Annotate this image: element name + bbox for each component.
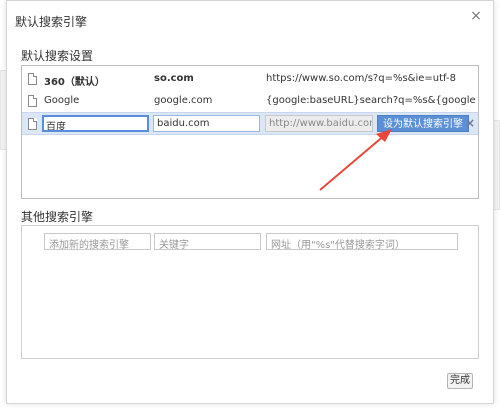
engine-name: 360（默认） [44,77,105,88]
other-engines-list: 添加新的搜索引擎 关键字 网址（用"%s"代替搜索字词） [21,225,479,359]
document-icon [28,73,37,85]
remove-engine-icon[interactable]: × [464,116,476,130]
engine-keyword: so.com [154,73,194,84]
document-icon [28,118,37,130]
engine-row-google[interactable]: Google google.com {google:baseURL}search… [22,90,478,112]
engine-keyword: google.com [154,95,213,106]
engine-keyword-input[interactable]: baidu.com [153,115,260,132]
engine-row-360[interactable]: 360（默认） so.com https://www.so.com/s?q=%s… [22,68,478,90]
engine-url: {google:baseURL}search?q=%s&{google:RLZ}… [266,95,476,106]
engine-row-baidu[interactable]: 百度 baidu.com http://www.baidu.com/s?ie= … [22,112,478,135]
default-engines-list: 360（默认） so.com https://www.so.com/s?q=%s… [21,65,479,199]
engine-url: https://www.so.com/s?q=%s&ie=utf-8 [266,73,456,84]
engine-name: Google [44,95,80,106]
set-default-button[interactable]: 设为默认搜索引擎 [377,115,469,132]
add-engine-name-input[interactable]: 添加新的搜索引擎 [44,233,151,250]
add-engine-keyword-input[interactable]: 关键字 [154,233,261,250]
close-icon[interactable]: × [469,9,483,23]
add-engine-url-input[interactable]: 网址（用"%s"代替搜索字词） [266,233,458,250]
document-icon [28,95,37,107]
engine-name-input[interactable]: 百度 [42,115,149,132]
other-section-title: 其他搜索引擎 [21,210,94,224]
search-engine-dialog: 默认搜索引擎 × 默认搜索设置 360（默认） so.com https://w… [6,0,494,404]
engine-url-input[interactable]: http://www.baidu.com/s?ie= [265,115,373,132]
default-section-title: 默认搜索设置 [21,49,94,63]
dialog-title: 默认搜索引擎 [15,15,88,29]
done-button[interactable]: 完成 [447,373,473,389]
